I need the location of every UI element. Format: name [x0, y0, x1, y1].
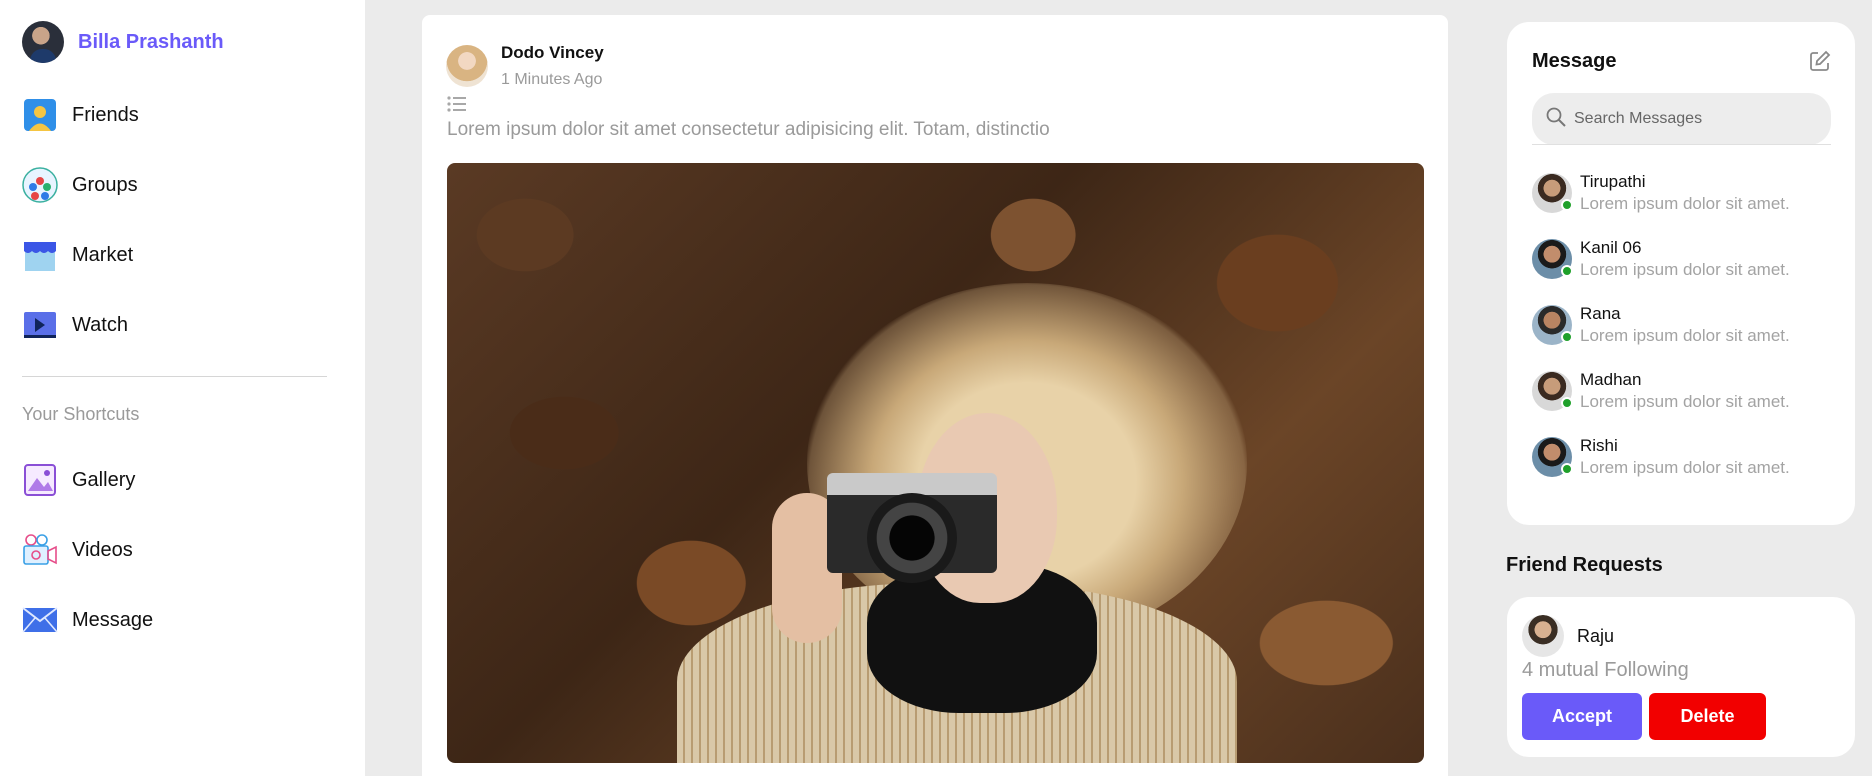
contact-item[interactable]: Madhan Lorem ipsum dolor sit amet.: [1532, 366, 1832, 416]
contact-name: Rishi: [1580, 436, 1618, 455]
profile-avatar: [22, 21, 64, 63]
shortcut-videos[interactable]: Videos: [22, 530, 133, 570]
mutual-following: 4 mutual Following: [1522, 659, 1689, 681]
contact-name: Kanil 06: [1580, 238, 1642, 257]
videos-icon: [22, 532, 58, 568]
shortcuts-heading: Your Shortcuts: [22, 404, 140, 424]
watch-icon: [22, 307, 58, 343]
contact-item[interactable]: Tirupathi Lorem ipsum dolor sit amet.: [1532, 168, 1832, 218]
contact-item[interactable]: Rishi Lorem ipsum dolor sit amet.: [1532, 432, 1832, 482]
market-icon: [22, 237, 58, 273]
sidebar-item-watch[interactable]: Watch: [22, 305, 128, 345]
search-divider: [1532, 144, 1831, 145]
gallery-icon: [22, 462, 58, 498]
contact-preview: Lorem ipsum dolor sit amet.: [1580, 458, 1790, 477]
contact-name: Madhan: [1580, 370, 1642, 389]
online-indicator: [1561, 463, 1573, 475]
contact-preview: Lorem ipsum dolor sit amet.: [1580, 326, 1790, 345]
contact-name: Tirupathi: [1580, 172, 1646, 191]
friend-request-card: Raju 4 mutual Following Accept Delete: [1507, 597, 1855, 757]
sidebar-item-label: Message: [72, 608, 154, 631]
sidebar-item-label: Gallery: [72, 468, 136, 491]
sidebar-divider: [22, 376, 327, 377]
profile-name: Billa Prashanth: [78, 30, 224, 53]
contact-avatar: [1532, 239, 1573, 279]
search-icon: [1546, 107, 1566, 132]
post-author-avatar: [446, 45, 488, 87]
sidebar-item-groups[interactable]: Groups: [22, 165, 138, 205]
post-author[interactable]: Dodo Vincey 1 Minutes Ago: [446, 43, 604, 89]
sidebar-item-label: Watch: [72, 313, 128, 336]
profile-link[interactable]: Billa Prashanth: [22, 20, 224, 64]
shortcut-message[interactable]: Message: [22, 600, 153, 640]
feed-post: Dodo Vincey 1 Minutes Ago Lorem ipsum do…: [422, 15, 1448, 776]
contact-preview: Lorem ipsum dolor sit amet.: [1580, 194, 1790, 213]
messages-panel: Message Tirupathi Lorem ipsum dolor sit a…: [1507, 22, 1855, 525]
accept-button[interactable]: Accept: [1522, 693, 1642, 740]
edit-icon[interactable]: [1809, 50, 1831, 77]
requester-avatar: [1522, 615, 1564, 657]
contact-item[interactable]: Rana Lorem ipsum dolor sit amet.: [1532, 300, 1832, 350]
online-indicator: [1561, 331, 1573, 343]
contact-avatar: [1532, 173, 1573, 213]
left-sidebar: Billa Prashanth Friends Groups Market Wa…: [0, 0, 365, 776]
post-photo[interactable]: [447, 163, 1424, 763]
shortcut-gallery[interactable]: Gallery: [22, 460, 135, 500]
online-indicator: [1561, 265, 1573, 277]
requester-name[interactable]: Raju: [1577, 626, 1614, 647]
post-author-name: Dodo Vincey: [501, 43, 604, 62]
online-indicator: [1561, 199, 1573, 211]
online-indicator: [1561, 397, 1573, 409]
contact-avatar: [1532, 437, 1573, 477]
groups-icon: [22, 167, 58, 203]
contact-item[interactable]: Kanil 06 Lorem ipsum dolor sit amet.: [1532, 234, 1832, 284]
friend-requests-title: Friend Requests: [1506, 554, 1663, 576]
contact-avatar: [1532, 371, 1573, 411]
message-icon: [22, 602, 58, 638]
sidebar-item-market[interactable]: Market: [22, 235, 133, 275]
sidebar-item-label: Friends: [72, 103, 139, 126]
sidebar-item-label: Market: [72, 243, 134, 266]
messages-title: Message: [1532, 50, 1617, 72]
contact-preview: Lorem ipsum dolor sit amet.: [1580, 260, 1790, 279]
photo-camera-lens: [867, 493, 957, 583]
sidebar-item-label: Groups: [72, 173, 138, 196]
post-timestamp: 1 Minutes Ago: [501, 71, 603, 88]
search-messages: [1532, 93, 1831, 145]
delete-button[interactable]: Delete: [1649, 693, 1766, 740]
friends-icon: [22, 97, 58, 133]
sidebar-item-label: Videos: [72, 538, 133, 561]
list-icon[interactable]: [447, 95, 467, 118]
contact-name: Rana: [1580, 304, 1621, 323]
contact-avatar: [1532, 305, 1573, 345]
sidebar-item-friends[interactable]: Friends: [22, 95, 139, 135]
post-text: Lorem ipsum dolor sit amet consectetur a…: [447, 119, 1050, 140]
search-input[interactable]: [1574, 110, 1814, 128]
contact-preview: Lorem ipsum dolor sit amet.: [1580, 392, 1790, 411]
